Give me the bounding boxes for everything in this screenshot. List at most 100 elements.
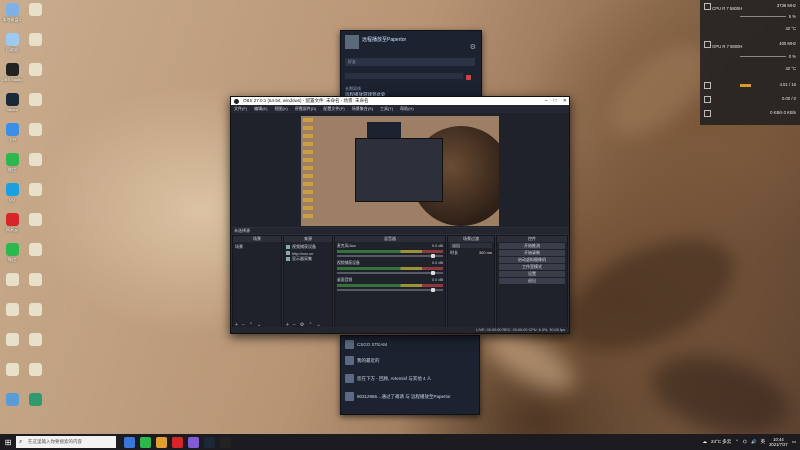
menu-item[interactable]: 帮助(H) — [400, 105, 414, 113]
desktop-icon[interactable] — [0, 393, 24, 407]
studio-mode-button[interactable]: 工作室模式 — [499, 264, 565, 270]
menu-item[interactable]: 视图(V) — [274, 105, 287, 113]
app-icon — [5, 33, 19, 46]
close-icon[interactable]: ✕ — [563, 97, 567, 105]
desktop-icon[interactable]: OBS Studio — [0, 63, 24, 82]
weather-text[interactable]: 24°C 多云 — [711, 439, 731, 445]
slider-handle[interactable] — [431, 254, 435, 258]
virtual-camera-button[interactable]: 启动虚拟摄像机 — [499, 257, 565, 263]
desktop-icon[interactable] — [23, 213, 47, 227]
desktop-icon-label: QQ — [8, 197, 16, 202]
scene-preview[interactable] — [231, 113, 569, 227]
start-recording-button[interactable]: 开始录制 — [499, 250, 565, 256]
list-item[interactable]: 90312965…通过了邀请 与 远程播放至Papertor — [345, 392, 451, 401]
volume-icon[interactable]: 🔊 — [751, 439, 757, 445]
app-icon — [28, 183, 42, 196]
desktop-icon[interactable] — [23, 33, 47, 47]
desktop-icon[interactable] — [23, 93, 47, 107]
desktop-icon[interactable] — [23, 123, 47, 137]
weather-icon[interactable]: ☁ — [702, 439, 707, 445]
taskbar-app-icon[interactable] — [204, 436, 215, 448]
start-streaming-button[interactable]: 开始推流 — [499, 243, 565, 249]
steam-friends-panel[interactable]: 远程播放至Papertor ⚙ 好友 长期离线 远程播放游戏到此处 — [340, 30, 482, 100]
clock[interactable]: 10:44 2021/7/27 — [769, 437, 788, 447]
network-icon[interactable]: ⌬ — [743, 439, 747, 445]
desktop-icon[interactable]: Steam — [0, 93, 24, 112]
steam-chat-panel[interactable]: CSGO STEAM 我的最近的 您在下方 - 回顾, Artemisf 与其他… — [340, 335, 480, 415]
desktop-icon[interactable] — [0, 333, 24, 347]
desktop-icon[interactable] — [0, 363, 24, 377]
taskbar-app-icon[interactable] — [156, 436, 167, 448]
taskbar-app-icon[interactable] — [220, 436, 231, 448]
transition-select[interactable]: 淡出 — [450, 243, 492, 248]
menu-item[interactable]: 工具(T) — [380, 105, 393, 113]
desktop-icon[interactable] — [23, 273, 47, 287]
volume-slider[interactable] — [337, 271, 443, 275]
settings-button[interactable]: 设置 — [499, 271, 565, 277]
windows-start-icon[interactable]: ⊞ — [0, 434, 16, 450]
desktop-icon[interactable]: 微信 — [0, 153, 24, 172]
desktop-icon[interactable] — [23, 63, 47, 77]
desktop-icon[interactable]: 本地磁盘C — [0, 3, 24, 22]
sources-dock[interactable]: 来源 视频捕获设备 http://xxx.cn 显示器采集 + − ⚙ ⌃ ⌄ — [283, 235, 333, 331]
friends-search-bar[interactable]: 好友 — [345, 58, 475, 66]
menu-item[interactable]: 停靠部件(D) — [295, 105, 317, 113]
minimize-icon[interactable]: – — [545, 97, 548, 105]
taskbar-app-icon[interactable] — [140, 436, 151, 448]
friends-filter-bar[interactable] — [345, 73, 463, 79]
volume-slider[interactable] — [337, 288, 443, 292]
menu-item[interactable]: 文件(F) — [234, 105, 247, 113]
desktop-icon[interactable] — [23, 303, 47, 317]
disk-icon — [704, 96, 711, 103]
app-icon — [28, 123, 42, 136]
search-input[interactable]: ⌕ 在这里输入你要搜索的内容 — [16, 436, 116, 448]
source-item[interactable]: 显示器采集 — [286, 256, 330, 262]
window-titlebar[interactable]: OBS 27.0.1 (64-bit, windows) - 配置文件: 未命名… — [231, 97, 569, 105]
menu-item[interactable]: 场景集合(S) — [352, 105, 373, 113]
chevron-up-icon[interactable]: ⌃ — [735, 439, 739, 445]
desktop-icon[interactable]: 微信 — [0, 243, 24, 262]
desktop-icon[interactable] — [0, 303, 24, 317]
slider-handle[interactable] — [431, 271, 435, 275]
scene-transitions-dock[interactable]: 场景过渡 淡出 时长 300 ms — [447, 235, 495, 331]
slider-handle[interactable] — [431, 288, 435, 292]
controls-dock[interactable]: 控件 开始推流 开始录制 启动虚拟摄像机 工作室模式 设置 退出 — [496, 235, 568, 331]
avatar[interactable] — [345, 35, 359, 49]
gear-icon[interactable]: ⚙ — [470, 43, 476, 51]
taskbar-pinned-apps — [124, 436, 231, 448]
exit-button[interactable]: 退出 — [499, 278, 565, 284]
desktop-icon[interactable]: QQ — [0, 183, 24, 202]
desktop-icon[interactable] — [23, 153, 47, 167]
duration-input[interactable]: 300 ms — [479, 250, 492, 256]
desktop-icon[interactable]: 回收站 — [0, 33, 24, 52]
obs-window[interactable]: OBS 27.0.1 (64-bit, windows) - 配置文件: 未命名… — [230, 96, 570, 334]
desktop-icon[interactable] — [23, 183, 47, 197]
maximize-icon[interactable]: □ — [554, 97, 557, 105]
audio-mixer-dock[interactable]: 混音器 麦克风/Aux 0.0 dB 视频捕获设备 0.0 dB 桌面音频 0.0 d… — [334, 235, 446, 331]
list-item[interactable]: CSGO STEAM — [345, 340, 387, 349]
preview-canvas[interactable] — [301, 116, 499, 226]
scene-item[interactable]: 场景 — [235, 244, 279, 250]
taskbar-app-icon[interactable] — [172, 436, 183, 448]
desktop-icon[interactable] — [23, 393, 47, 407]
notification-icon[interactable]: ▭ — [792, 439, 796, 445]
desktop-icon[interactable]: 网易云 — [0, 213, 24, 232]
desktop-icon[interactable]: 飞书 — [0, 123, 24, 142]
taskbar-app-icon[interactable] — [188, 436, 199, 448]
input-language[interactable]: 英 — [761, 439, 766, 445]
taskbar-app-icon[interactable] — [124, 436, 135, 448]
volume-slider[interactable] — [337, 254, 443, 258]
desktop-icon[interactable] — [0, 273, 24, 287]
menu-item[interactable]: 配置文件(P) — [323, 105, 344, 113]
app-icon — [28, 213, 42, 226]
desktop-icon[interactable] — [23, 3, 47, 17]
scenes-dock[interactable]: 场景 场景 + − ⌃ ⌄ — [232, 235, 282, 331]
menu-item[interactable]: 编辑(E) — [254, 105, 267, 113]
desktop-icon[interactable] — [23, 333, 47, 347]
app-icon — [5, 243, 19, 256]
list-item[interactable]: 您在下方 - 回顾, Artemisf 与其他 4 人 — [345, 374, 431, 383]
list-item[interactable]: 我的最近的 — [345, 356, 380, 365]
desktop-icon[interactable] — [23, 243, 47, 257]
desktop-icon[interactable] — [23, 363, 47, 377]
app-icon — [28, 3, 42, 16]
